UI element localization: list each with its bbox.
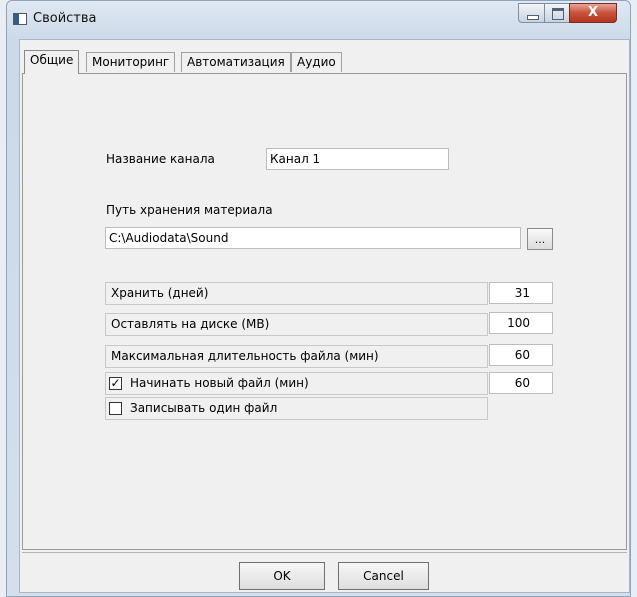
window-app-icon — [13, 13, 27, 25]
record-single-file-checkbox[interactable] — [109, 402, 122, 415]
tab-general[interactable]: Общие — [24, 50, 80, 74]
tab-monitoring[interactable]: Мониторинг — [86, 52, 176, 72]
properties-window: Свойства X Общие Мониторинг Автоматизаци… — [6, 0, 631, 597]
tab-audio[interactable]: Аудио — [291, 52, 342, 72]
window-title: Свойства — [33, 11, 97, 26]
channel-name-label: Название канала — [106, 152, 215, 166]
start-new-file-input[interactable]: 60 — [489, 372, 553, 394]
close-icon: X — [587, 5, 599, 20]
record-single-file-label: Записывать один файл — [130, 401, 278, 415]
start-new-file-checkbox[interactable]: ✓ — [109, 377, 122, 390]
title-bar[interactable]: Свойства X — [7, 1, 630, 37]
storage-path-input[interactable]: C:\Audiodata\Sound — [105, 227, 521, 249]
footer-divider — [22, 552, 627, 553]
max-file-duration-label: Максимальная длительность файла (мин) — [105, 345, 488, 368]
start-new-file-label: Начинать новый файл (мин) — [130, 376, 309, 390]
general-tab-panel: Название канала Канал 1 Путь хранения ма… — [22, 73, 627, 550]
storage-path-label: Путь хранения материала — [106, 203, 273, 217]
keep-days-input[interactable]: 31 — [489, 282, 553, 304]
ok-button[interactable]: OK — [239, 562, 325, 590]
browse-button[interactable]: ... — [527, 228, 553, 250]
minimize-button[interactable] — [518, 3, 545, 23]
channel-name-input[interactable]: Канал 1 — [266, 148, 449, 170]
start-new-file-row[interactable]: Начинать новый файл (мин) — [105, 372, 488, 395]
max-file-duration-input[interactable]: 60 — [489, 344, 553, 366]
dialog-client-area: Общие Мониторинг Автоматизация Аудио Наз… — [19, 39, 630, 593]
tab-automation[interactable]: Автоматизация — [181, 52, 291, 72]
keep-days-label: Хранить (дней) — [105, 282, 488, 305]
leave-on-disk-input[interactable]: 100 — [489, 312, 553, 334]
leave-on-disk-label: Оставлять на диске (MB) — [105, 313, 488, 336]
maximize-icon — [552, 8, 564, 20]
record-single-file-row[interactable]: Записывать один файл — [105, 397, 488, 420]
maximize-button[interactable] — [544, 3, 570, 23]
minimize-icon — [527, 15, 539, 20]
close-button[interactable]: X — [569, 3, 617, 23]
cancel-button[interactable]: Cancel — [338, 562, 429, 590]
